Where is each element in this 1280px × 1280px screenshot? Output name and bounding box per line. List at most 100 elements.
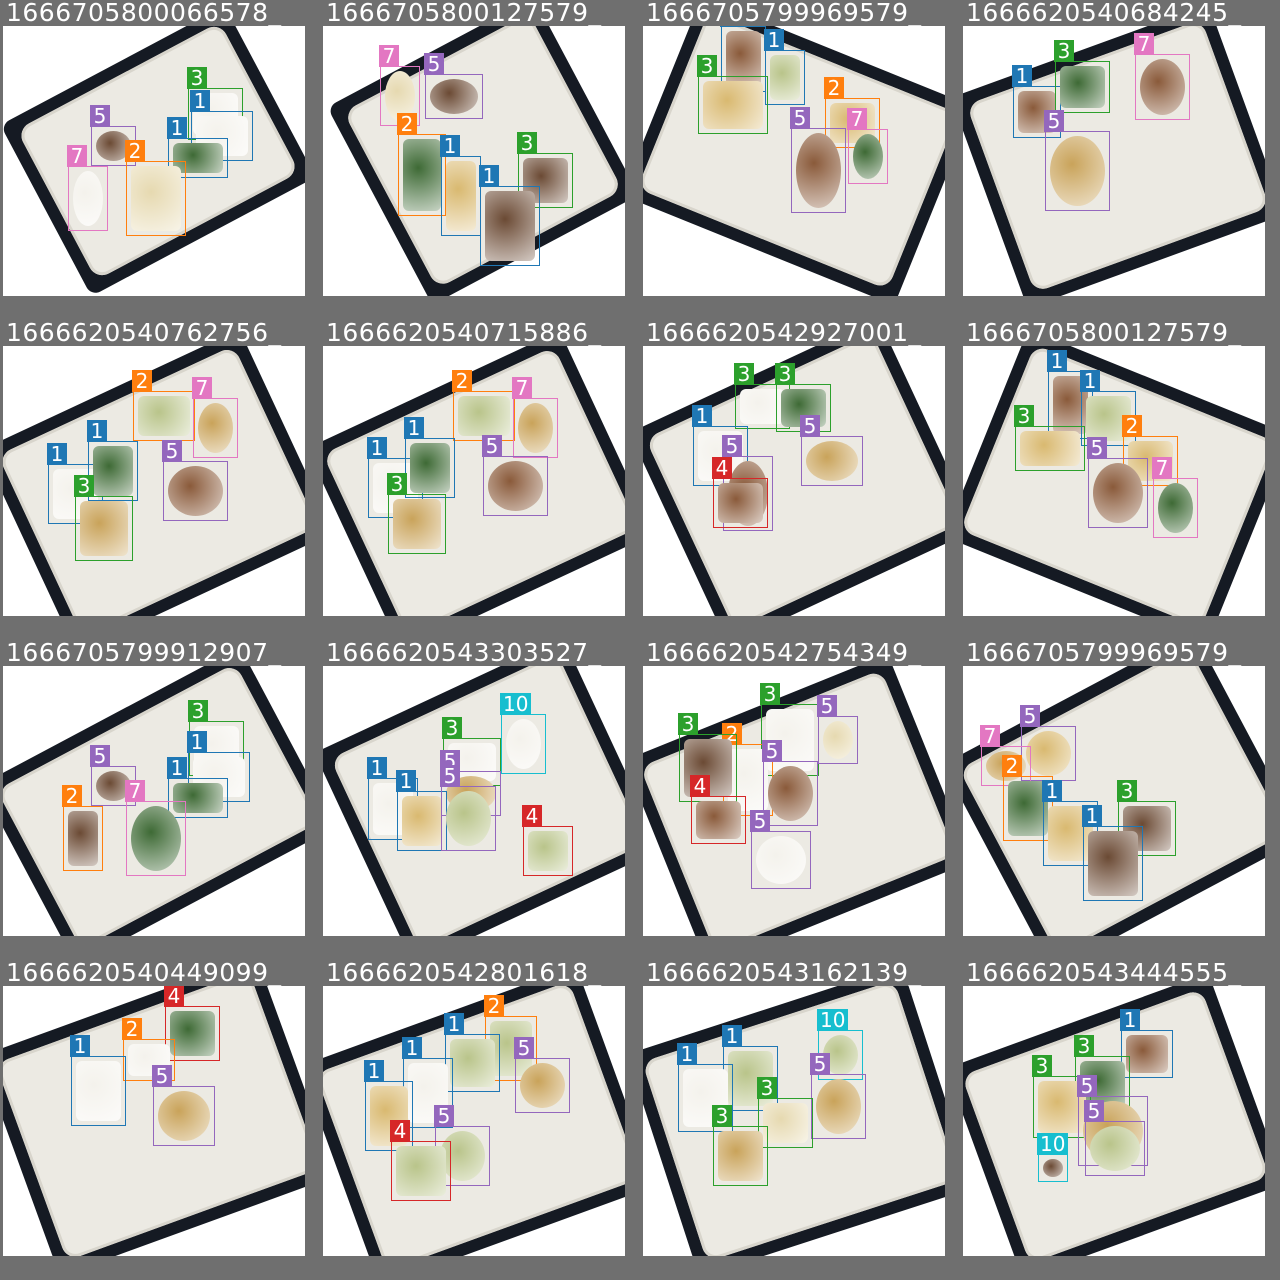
detection-box: 2: [397, 113, 446, 216]
class-label: 5: [762, 740, 782, 762]
detection-box: 7: [1134, 33, 1190, 120]
tray-photo: 3253545: [643, 666, 945, 936]
image-tile: 1666620543303527_ 3 10 1 5 1 5 4: [320, 640, 640, 960]
class-label: 5: [1087, 437, 1107, 459]
class-label: 5: [514, 1037, 534, 1059]
class-label: 1: [764, 29, 784, 51]
class-label: 1: [367, 757, 387, 779]
image-tile: 1666705800066578_ 3 5 1 1 7 2: [0, 0, 320, 320]
detection-box: 2: [62, 785, 103, 871]
class-label: 1: [1080, 370, 1100, 392]
class-label: 1: [404, 417, 424, 439]
image-tile: 1666705799969579_ 5 7 2 3 1 1: [960, 640, 1280, 960]
image-filename: 1666620543444555_: [966, 960, 1242, 986]
class-label: 2: [122, 1018, 142, 1040]
class-label: 3: [74, 475, 94, 497]
image-filename: 1666620542801618_: [326, 960, 602, 986]
class-label: 3: [697, 55, 717, 77]
class-label: 7: [512, 377, 532, 399]
detection-box: 7: [847, 108, 888, 184]
class-label: 3: [517, 132, 537, 154]
detection-box: 1: [404, 417, 455, 498]
tray-photo: 3 5 11 2 7: [3, 666, 305, 936]
class-label: 7: [1134, 33, 1154, 55]
detection-box: 4: [390, 1120, 451, 1201]
class-label: 1: [167, 757, 187, 779]
detection-box: 5: [1044, 110, 1110, 211]
image-tile: 1666620540684245_ 1 3 7 5: [960, 0, 1280, 320]
class-label: 3: [757, 1077, 777, 1099]
tray-photo: 2 7 11 5 3: [323, 346, 625, 616]
tray-photo: 10 1 1 5 3 3: [643, 986, 945, 1256]
image-filename: 1666705800066578_: [6, 0, 282, 26]
image-filename: 1666620542927001_: [646, 320, 922, 346]
image-tile: 1666705799912907_ 3 5 1 1 2 7: [0, 640, 320, 960]
class-label: 7: [379, 45, 399, 67]
class-label: 5: [817, 695, 837, 717]
tray-photo: 331554: [643, 346, 945, 616]
class-label: 2: [452, 370, 472, 392]
class-label: 1: [1120, 1009, 1140, 1031]
class-label: 1: [364, 1060, 384, 1082]
class-label: 3: [442, 717, 462, 739]
class-label: 5: [1020, 705, 1040, 727]
class-label: 4: [522, 805, 542, 827]
detection-box: 1: [764, 29, 805, 105]
class-label: 7: [1152, 457, 1172, 479]
class-label: 4: [164, 986, 184, 1007]
tray-photo: 2 7 11 5 3: [3, 346, 305, 616]
tray-photo: 1 3 3 5 10 5: [963, 986, 1265, 1256]
detection-box: 4: [690, 775, 746, 844]
detection-box: 2: [452, 370, 515, 441]
detection-box: 3: [712, 1105, 768, 1186]
detection-box: 3: [74, 475, 133, 561]
detection-box: 5: [482, 435, 548, 516]
class-label: 3: [1032, 1055, 1052, 1077]
class-label: 7: [847, 108, 867, 130]
detection-box: 3: [387, 473, 446, 554]
image-tile: 1666705799969579_113257: [640, 0, 960, 320]
class-label: 3: [1074, 1035, 1094, 1057]
tray-photo: 752311: [323, 26, 625, 296]
class-label: 1: [720, 26, 740, 27]
image-tile: 1666620542801618_ 2 1 1 5 1 5 4: [320, 960, 640, 1280]
detection-box: 1: [444, 1013, 500, 1092]
class-label: 5: [722, 435, 742, 457]
class-label: 4: [390, 1120, 410, 1142]
class-label: 1: [187, 731, 207, 753]
class-label: 7: [125, 780, 145, 802]
class-label: 5: [482, 435, 502, 457]
tray-photo: 4 2 1 5: [3, 986, 305, 1256]
tray-scene: [963, 26, 1265, 296]
class-label: 3: [1054, 40, 1074, 62]
class-label: 2: [62, 785, 82, 807]
image-tile: 1666620543162139_ 10 1 1 5 3 3: [640, 960, 960, 1280]
class-label: 2: [132, 370, 152, 392]
class-label: 3: [187, 67, 207, 89]
class-label: 1: [440, 135, 460, 157]
detection-box: 1: [396, 770, 447, 851]
detection-box: 5: [800, 415, 863, 486]
class-label: 5: [1044, 110, 1064, 132]
detection-box: 5: [750, 810, 811, 889]
detection-box: 3: [697, 55, 768, 134]
image-tile: 1666620542754349_ 3 2 5 3 5 4 5: [640, 640, 960, 960]
class-label: 1: [444, 1013, 464, 1035]
image-filename: 1666620540762756_: [6, 320, 282, 346]
class-label: 5: [800, 415, 820, 437]
class-label: 1: [167, 117, 187, 139]
tray-photo: 113257: [643, 26, 945, 296]
class-label: 5: [434, 1105, 454, 1127]
class-label: 3: [775, 363, 795, 385]
class-label: 5: [440, 765, 460, 787]
detection-box: 5: [162, 440, 228, 521]
class-label: 1: [1047, 350, 1067, 372]
detection-box: 2: [132, 370, 195, 441]
class-label: 1: [70, 1035, 90, 1057]
class-label: 1: [396, 770, 416, 792]
food-tray: [16, 26, 300, 281]
image-tile: 1666620540762756_ 2 7 1 1 5 3: [0, 320, 320, 640]
class-label: 5: [810, 1053, 830, 1075]
image-filename: 1666620540684245_: [966, 0, 1242, 26]
image-tile: 1666620540715886_ 2 7 1 1 5 3: [320, 320, 640, 640]
